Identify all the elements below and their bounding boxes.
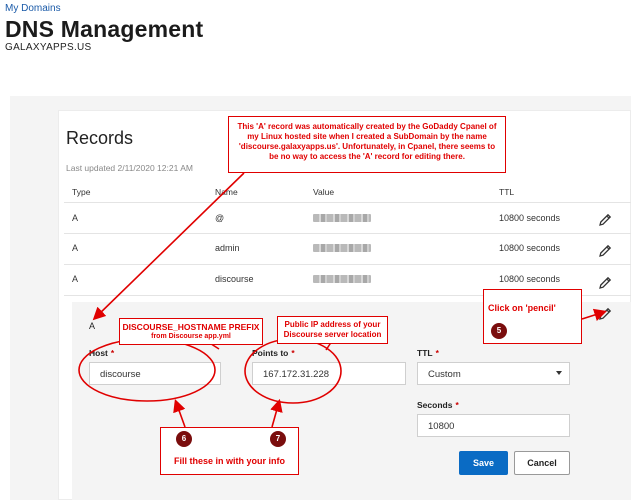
arrow-host-field bbox=[173, 398, 186, 428]
arrow-pencil bbox=[581, 308, 608, 322]
screenshot-stage: My Domains DNS Management GALAXYAPPS.US … bbox=[0, 0, 631, 500]
a-record-callout: This 'A' record was automatically create… bbox=[228, 116, 506, 173]
arrow-points-to-field bbox=[270, 398, 283, 428]
public-ip-callout: Public IP address of your Discourse serv… bbox=[277, 316, 388, 344]
annotation-overlay bbox=[78, 172, 608, 428]
hostname-prefix-text: DISCOURSE_HOSTNAME PREFIX bbox=[122, 322, 260, 332]
step-badge-5: 5 bbox=[491, 323, 507, 339]
arrow-a-record bbox=[92, 172, 245, 321]
hostname-prefix-subtext: from Discourse app.yml bbox=[151, 333, 231, 340]
click-pencil-callout: Click on 'pencil' 5 bbox=[483, 289, 582, 344]
click-pencil-text: Click on 'pencil' bbox=[488, 303, 556, 313]
hostname-prefix-callout: DISCOURSE_HOSTNAME PREFIX from Discourse… bbox=[119, 318, 263, 345]
step-badge-6: 6 bbox=[176, 431, 192, 447]
host-highlight-ellipse bbox=[78, 338, 216, 402]
fill-info-callout: 6 7 Fill these in with your info bbox=[160, 427, 299, 475]
fill-info-text: Fill these in with your info bbox=[173, 456, 285, 466]
step-badge-7: 7 bbox=[270, 431, 286, 447]
